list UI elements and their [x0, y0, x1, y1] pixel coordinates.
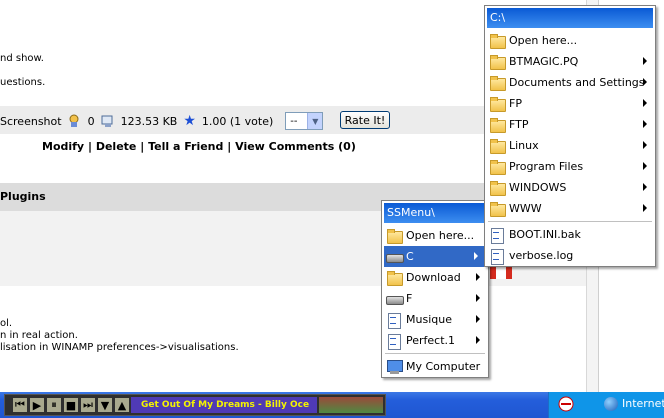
chevron-right-icon	[643, 120, 647, 128]
chevron-right-icon	[476, 294, 480, 302]
file-icon	[489, 248, 505, 265]
c-open-here[interactable]: Open here...	[485, 30, 655, 51]
tell-friend-link[interactable]: Tell a Friend	[148, 140, 223, 153]
c-item-linux[interactable]: Linux	[485, 135, 655, 156]
folder-icon	[386, 228, 403, 244]
internet-zone-label: Internet	[622, 397, 664, 410]
menu-separator	[385, 353, 485, 354]
menu-separator	[488, 221, 652, 222]
previous-icon[interactable]: ⏮	[13, 398, 27, 412]
visualizer	[319, 397, 383, 413]
chevron-right-icon	[643, 78, 647, 86]
delete-link[interactable]: Delete	[96, 140, 137, 153]
winamp-song-title[interactable]: Get Out Of My Dreams - Billy Oce	[131, 397, 317, 413]
c-item-btmagic[interactable]: BTMAGIC.PQ	[485, 51, 655, 72]
flag-icon	[490, 265, 512, 279]
stats-bar: Screenshot 0 123.53 KB ★ 1.00 (1 vote) -…	[0, 112, 324, 130]
folder-icon	[489, 138, 506, 154]
file-size: 123.53 KB	[120, 114, 178, 128]
document-icon	[386, 312, 402, 329]
volume-up-icon[interactable]: ▲	[115, 398, 129, 412]
computer-icon	[386, 359, 403, 375]
c-item-fp[interactable]: FP	[485, 93, 655, 114]
page-text-line: n in real action.	[0, 330, 78, 341]
folder-icon	[489, 159, 506, 175]
file-icon	[489, 227, 505, 244]
chevron-right-icon	[476, 273, 480, 281]
chevron-right-icon	[476, 315, 480, 323]
modify-link[interactable]: Modify	[42, 140, 84, 153]
folder-icon	[489, 96, 506, 112]
ssmenu-my-computer[interactable]: My Computer	[382, 356, 488, 377]
c-item-ftp[interactable]: FTP	[485, 114, 655, 135]
view-comments-link[interactable]: View Comments (0)	[235, 140, 356, 153]
c-drive-title: C:\	[487, 8, 653, 28]
chevron-right-icon	[476, 336, 480, 344]
folder-icon	[489, 180, 506, 196]
winamp-controls: ⏮ ▶ ⏸ ■ ⏭ ▼ ▲	[13, 398, 129, 412]
link-separator: |	[140, 140, 145, 153]
stop-icon[interactable]: ■	[64, 398, 78, 412]
chevron-right-icon	[643, 183, 647, 191]
rating-value: 1.00 (1 vote)	[201, 114, 274, 128]
play-icon[interactable]: ▶	[30, 398, 44, 412]
next-icon[interactable]: ⏭	[81, 398, 95, 412]
chevron-down-icon: ▼	[307, 113, 323, 129]
ssmenu-item-f[interactable]: F	[382, 288, 488, 309]
filesize-icon	[101, 115, 113, 127]
folder-icon	[489, 201, 506, 217]
ssmenu-open-here[interactable]: Open here...	[382, 225, 488, 246]
pause-icon[interactable]: ⏸	[47, 398, 61, 412]
page-text-line: uestions.	[0, 77, 46, 88]
page-text-line: ol.	[0, 318, 13, 329]
security-alert-icon[interactable]	[558, 396, 574, 412]
ssmenu-item-musique[interactable]: Musique	[382, 309, 488, 330]
action-links: Modify | Delete | Tell a Friend | View C…	[42, 140, 356, 153]
folder-icon	[489, 117, 506, 133]
chevron-right-icon	[643, 141, 647, 149]
star-icon: ★	[183, 113, 196, 129]
chevron-right-icon	[643, 204, 647, 212]
chevron-right-icon	[643, 162, 647, 170]
chevron-right-icon	[474, 252, 478, 260]
drive-icon	[386, 249, 404, 265]
winamp-bar: ⏮ ▶ ⏸ ■ ⏭ ▼ ▲ Get Out Of My Dreams - Bil…	[4, 394, 386, 416]
c-item-windows[interactable]: WINDOWS	[485, 177, 655, 198]
ssmenu-item-c[interactable]: C	[384, 246, 486, 267]
link-separator: |	[87, 140, 92, 153]
c-file-verbose-log[interactable]: verbose.log	[485, 245, 655, 266]
folder-icon	[489, 54, 506, 70]
page-text-line: nd show.	[0, 53, 44, 64]
page-text-line: lisation in WINAMP preferences->visualis…	[0, 342, 239, 353]
globe-icon	[604, 397, 618, 411]
folder-icon	[489, 33, 506, 49]
c-item-www[interactable]: WWW	[485, 198, 655, 219]
folder-icon	[489, 75, 506, 91]
document-icon	[386, 333, 402, 350]
volume-down-icon[interactable]: ▼	[98, 398, 112, 412]
link-separator: |	[227, 140, 232, 153]
chevron-right-icon	[643, 57, 647, 65]
screenshot-count: 0	[87, 114, 95, 128]
c-item-program-files[interactable]: Program Files	[485, 156, 655, 177]
chevron-right-icon	[643, 99, 647, 107]
ssmenu-item-perfect[interactable]: Perfect.1	[382, 330, 488, 351]
drive-icon	[386, 291, 404, 307]
screenshot-label: Screenshot	[0, 114, 62, 128]
c-drive-popup: C:\ Open here... BTMAGIC.PQ Documents an…	[484, 5, 656, 267]
c-item-documents[interactable]: Documents and Settings	[485, 72, 655, 93]
section-title: Plugins	[0, 190, 46, 203]
ssmenu-item-download[interactable]: Download	[382, 267, 488, 288]
ssmenu-popup: SSMenu\ Open here... C Download F Musiqu…	[381, 200, 489, 378]
rate-it-button[interactable]: Rate It!	[340, 111, 390, 129]
hits-icon	[69, 114, 79, 127]
rating-select[interactable]: -- ▼	[285, 112, 324, 130]
folder-icon	[386, 270, 403, 286]
c-file-boot-ini[interactable]: BOOT.INI.bak	[485, 224, 655, 245]
ssmenu-title: SSMenu\	[384, 203, 486, 223]
